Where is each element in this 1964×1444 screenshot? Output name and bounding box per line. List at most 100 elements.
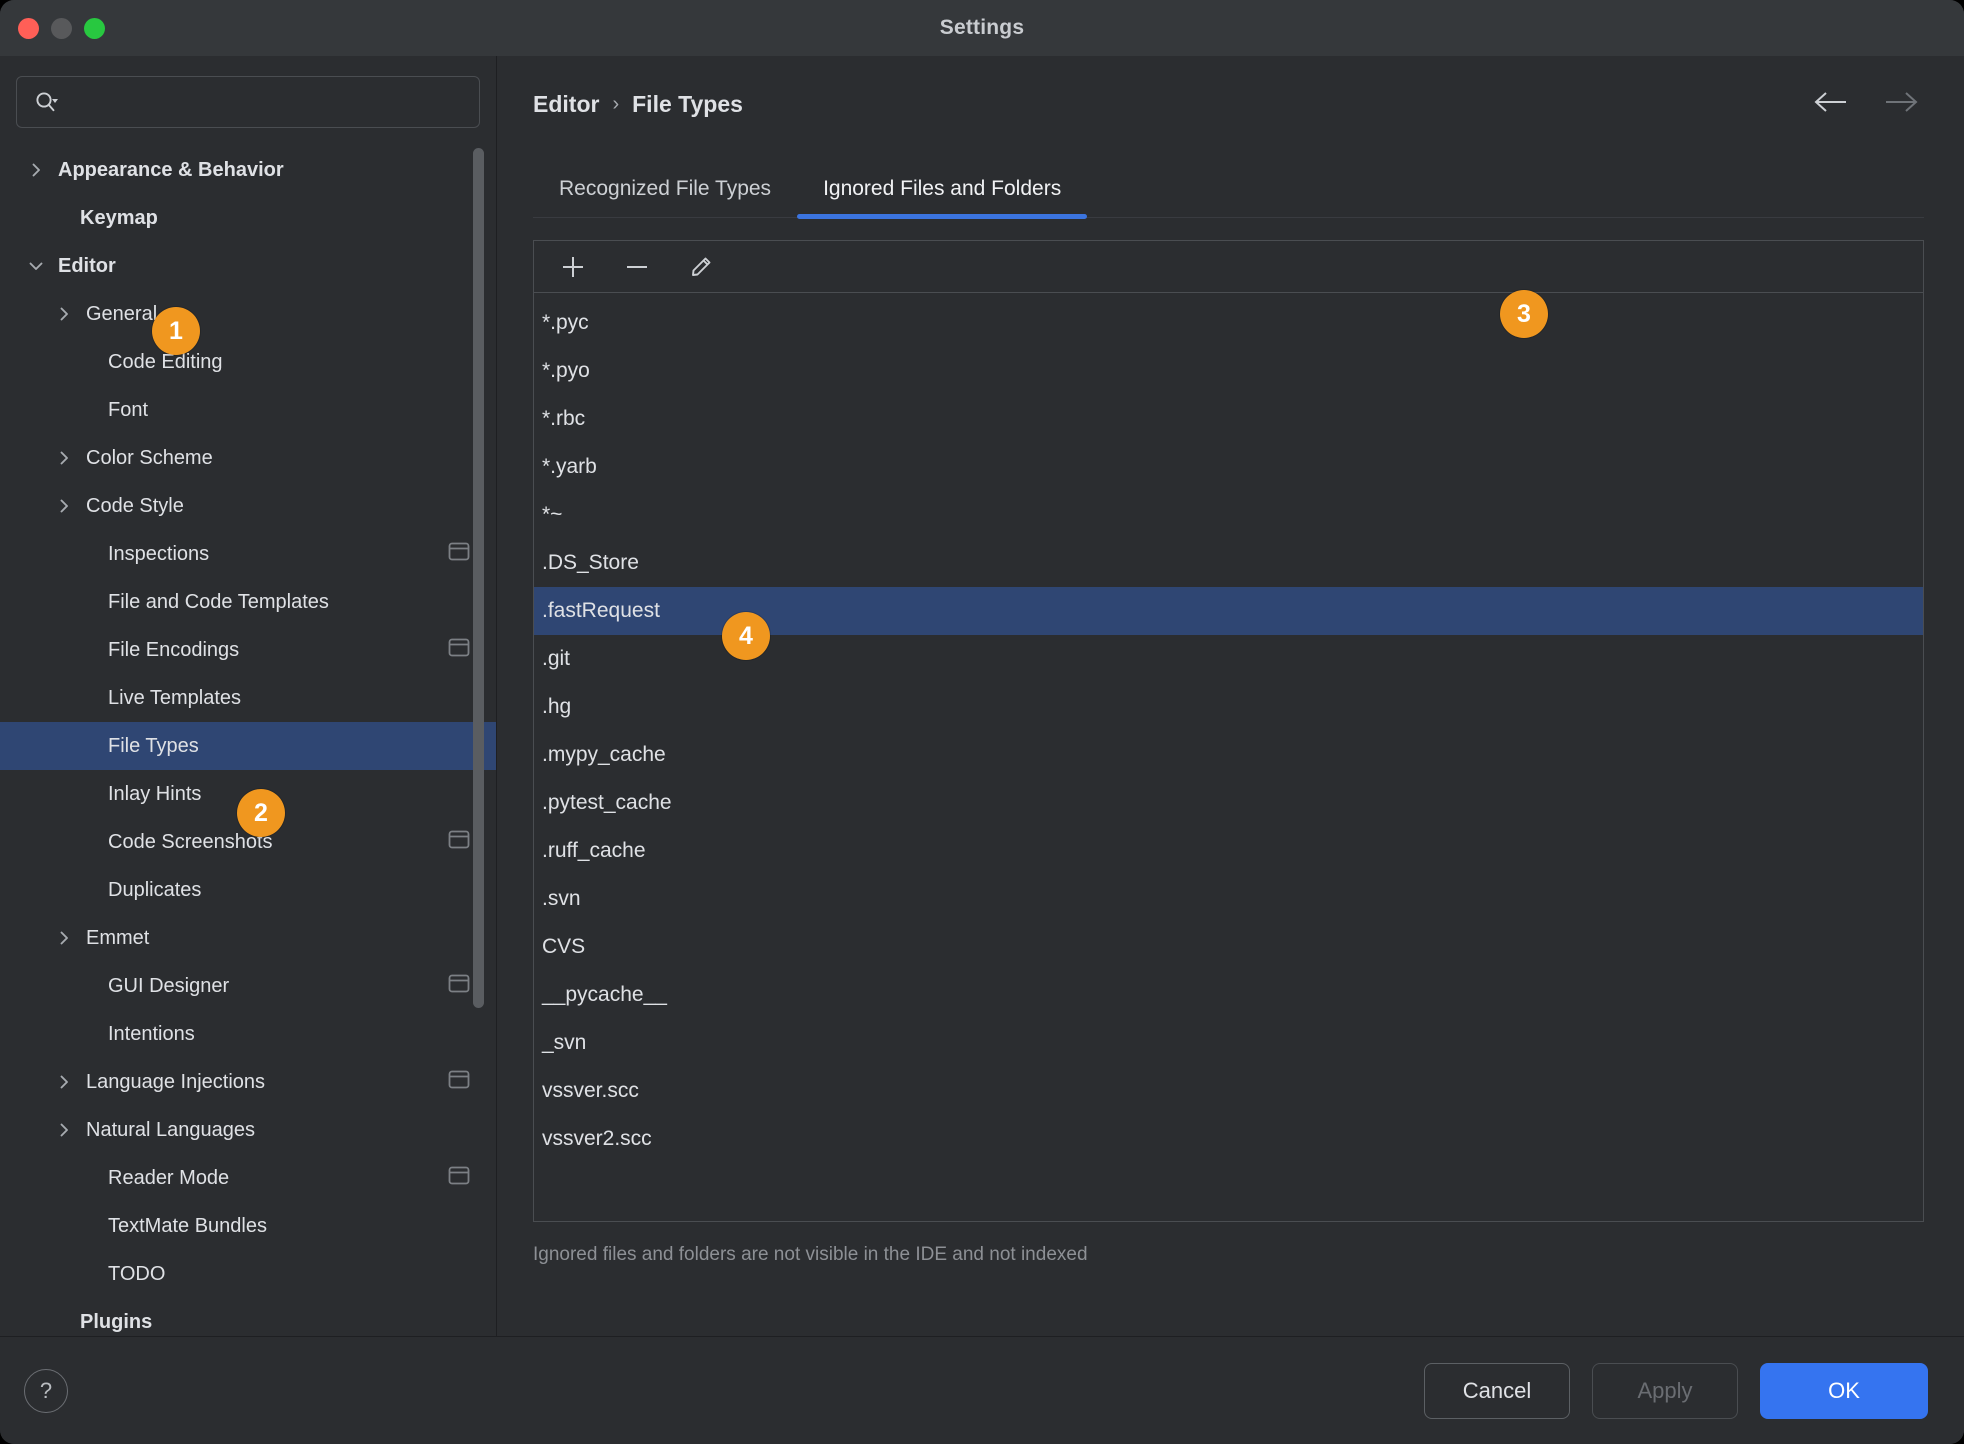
breadcrumb-separator-icon: › [612, 92, 620, 115]
window-title: Settings [939, 16, 1025, 39]
project-scope-panel-icon [448, 1070, 470, 1095]
chevron-right-icon[interactable] [50, 1073, 78, 1091]
navigation-arrows [1812, 89, 1924, 120]
footer-actions: Cancel Apply OK [1424, 1362, 1928, 1419]
chevron-right-icon[interactable] [50, 1121, 78, 1139]
sidebar-item-intentions[interactable]: Intentions [0, 1010, 496, 1058]
project-scope-panel-icon [448, 638, 470, 663]
list-item-value: .DS_Store [542, 551, 639, 574]
list-item-value: .git [542, 647, 571, 670]
chevron-right-icon[interactable] [50, 929, 78, 947]
chevron-down-icon[interactable] [22, 257, 50, 275]
sidebar-item-reader-mode[interactable]: Reader Mode [0, 1154, 496, 1202]
tab-bar: Recognized File Types Ignored Files and F… [533, 150, 1924, 338]
sidebar-item-keymap[interactable]: Keymap [0, 194, 496, 242]
project-scope-panel-icon [448, 974, 470, 999]
settings-main-panel: Editor › File Types Recognized File Type… [497, 56, 1964, 1336]
sidebar-item-appearance-behavior[interactable]: Appearance & Behavior [0, 146, 496, 194]
chevron-right-icon[interactable] [22, 161, 50, 179]
tab-recognized-file-types[interactable]: Recognized File Types [533, 177, 797, 217]
sidebar-item-textmate-bundles[interactable]: TextMate Bundles [0, 1202, 496, 1250]
arrow-left-icon[interactable] [1812, 89, 1852, 120]
list-item[interactable]: *.pyo [534, 347, 1923, 395]
list-item-value: _svn [542, 1031, 587, 1054]
list-item-value: *.pyo [542, 359, 590, 382]
annotation-badge-4: 4 [722, 612, 770, 660]
minus-icon[interactable] [620, 250, 654, 284]
list-item[interactable]: .svn [534, 875, 1923, 923]
sidebar-item-color-scheme[interactable]: Color Scheme [0, 434, 496, 482]
sidebar-item-code-style[interactable]: Code Style [0, 482, 496, 530]
list-item[interactable]: *.pyc [534, 299, 1923, 347]
project-scope-panel-icon [448, 1166, 470, 1191]
sidebar-item-live-templates[interactable]: Live Templates [0, 674, 496, 722]
sidebar-item-label: GUI Designer [108, 974, 230, 997]
list-item[interactable]: vssver.scc [534, 1067, 1923, 1115]
list-item[interactable]: .mypy_cache [534, 731, 1923, 779]
breadcrumb: Editor › File Types [533, 56, 1924, 134]
list-item[interactable]: *.yarb [534, 443, 1923, 491]
list-item-value: CVS [542, 935, 586, 958]
chevron-right-icon[interactable] [50, 497, 78, 515]
sidebar-item-label: Inlay Hints [108, 782, 202, 805]
sidebar-item-editor[interactable]: Editor [0, 242, 496, 290]
tab-label: Recognized File Types [559, 177, 772, 200]
arrow-right-icon[interactable] [1880, 89, 1920, 120]
window-body: Appearance & Behavior Keymap Editor General… [0, 56, 1964, 1336]
list-item[interactable]: .pytest_cache [534, 779, 1923, 827]
sidebar-item-general[interactable]: General [0, 290, 496, 338]
plus-icon[interactable] [556, 250, 590, 284]
sidebar-item-font[interactable]: Font [0, 386, 496, 434]
sidebar-item-duplicates[interactable]: Duplicates [0, 866, 496, 914]
list-item-value: vssver2.scc [542, 1127, 652, 1150]
ok-button[interactable]: OK [1760, 1362, 1928, 1419]
tab-ignored-files-and-folders[interactable]: Ignored Files and Folders [797, 177, 1088, 219]
settings-tree[interactable]: Appearance & Behavior Keymap Editor General… [0, 140, 496, 1336]
list-item[interactable]: *~ [534, 491, 1923, 539]
sidebar-item-emmet[interactable]: Emmet [0, 914, 496, 962]
sidebar-item-file-types[interactable]: File Types [0, 722, 496, 770]
sidebar-item-code-editing[interactable]: Code Editing [0, 338, 496, 386]
list-item[interactable]: .DS_Store [534, 539, 1923, 587]
list-item[interactable]: __pycache__ [534, 971, 1923, 1019]
breadcrumb-parent[interactable]: Editor [533, 91, 599, 118]
chevron-right-icon[interactable] [50, 449, 78, 467]
ignored-files-list[interactable]: *.pyc *.pyo *.rbc *.yarb *~ .DS_Store .fastReq… [533, 292, 1924, 1222]
sidebar-item-inspections[interactable]: Inspections [0, 530, 496, 578]
annotation-badge-3: 3 [1500, 290, 1548, 338]
sidebar-item-language-injections[interactable]: Language Injections [0, 1058, 496, 1106]
sidebar-item-natural-languages[interactable]: Natural Languages [0, 1106, 496, 1154]
list-item[interactable]: vssver2.scc [534, 1115, 1923, 1163]
sidebar-item-label: File Types [108, 734, 199, 757]
sidebar-item-gui-designer[interactable]: GUI Designer [0, 962, 496, 1010]
list-item[interactable]: .ruff_cache [534, 827, 1923, 875]
sidebar-item-plugins[interactable]: Plugins [0, 1298, 496, 1336]
sidebar-item-label: Reader Mode [108, 1166, 230, 1189]
sidebar-item-label: Code Editing [108, 350, 223, 373]
sidebar-item-label: Font [108, 398, 149, 421]
help-button[interactable]: ? [24, 1368, 68, 1413]
sidebar-item-label: Natural Languages [86, 1118, 256, 1141]
chevron-right-icon[interactable] [50, 305, 78, 323]
search-input[interactable] [69, 91, 463, 113]
sidebar-item-label: Color Scheme [86, 446, 213, 469]
list-item[interactable]: CVS [534, 923, 1923, 971]
apply-button[interactable]: Apply [1592, 1362, 1738, 1419]
list-item[interactable]: *.rbc [534, 395, 1923, 443]
search-box[interactable] [16, 76, 480, 128]
sidebar-item-label: Intentions [108, 1022, 195, 1045]
pencil-icon[interactable] [684, 250, 718, 284]
sidebar-item-todo[interactable]: TODO [0, 1250, 496, 1298]
sidebar-item-label: General [86, 302, 158, 325]
sidebar-item-file-encodings[interactable]: File Encodings [0, 626, 496, 674]
sidebar-item-label: Code Style [86, 494, 184, 517]
sidebar-item-label: Appearance & Behavior [58, 158, 284, 181]
list-item[interactable]: .hg [534, 683, 1923, 731]
sidebar-scrollbar[interactable] [473, 148, 484, 1008]
list-item[interactable]: _svn [534, 1019, 1923, 1067]
sidebar-item-file-and-code-templates[interactable]: File and Code Templates [0, 578, 496, 626]
list-item-value: *.yarb [542, 455, 597, 478]
cancel-button[interactable]: Cancel [1424, 1362, 1570, 1419]
sidebar-item-label: TextMate Bundles [108, 1214, 267, 1237]
sidebar-item-label: Editor [58, 254, 116, 277]
